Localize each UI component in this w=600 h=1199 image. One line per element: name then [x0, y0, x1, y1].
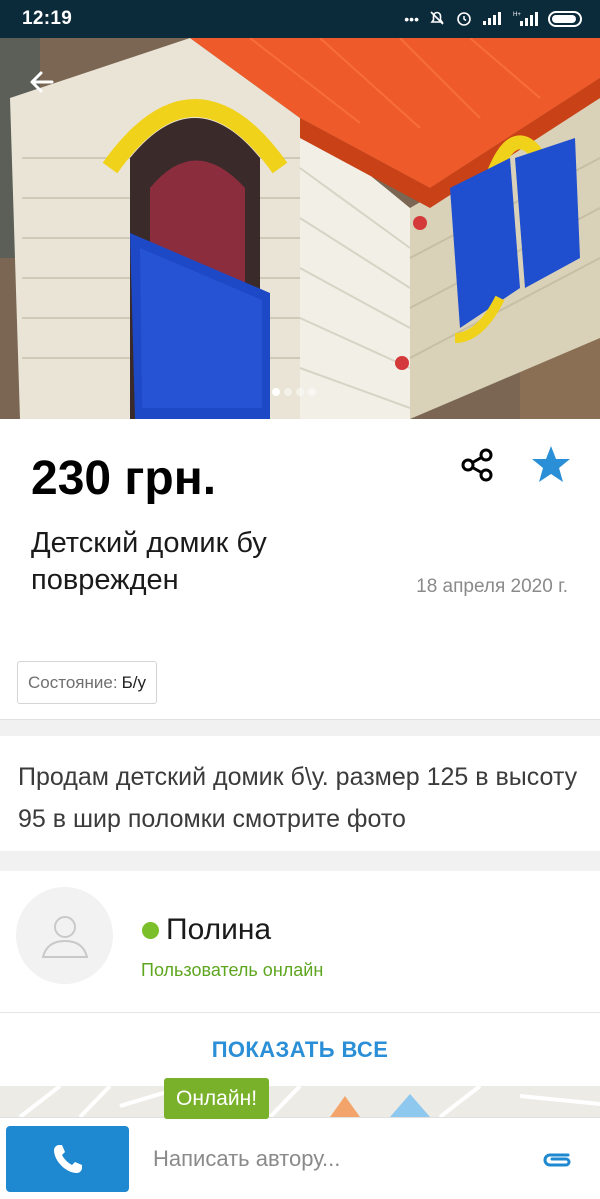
gallery-dot[interactable] [272, 388, 280, 396]
online-indicator [142, 922, 159, 939]
bottom-bar [0, 1117, 600, 1199]
phone-icon [53, 1145, 82, 1173]
seller-section[interactable]: Полина Пользователь онлайн [0, 871, 600, 1013]
online-tag: Онлайн! [164, 1078, 270, 1119]
signal-dots-icon: ••• [404, 11, 419, 27]
listing-description: Продам детский домик б\у. размер 125 в в… [0, 736, 600, 851]
gallery-dot[interactable] [308, 388, 316, 396]
status-bar: 12:19 ••• H+ [0, 0, 600, 38]
param-value: Б/у [121, 672, 146, 692]
map-preview[interactable] [0, 1086, 600, 1117]
param-chip-condition: Состояние: Б/у [17, 661, 157, 704]
paperclip-icon [543, 1153, 571, 1167]
back-button[interactable] [22, 62, 62, 102]
status-time: 12:19 [22, 8, 73, 29]
user-placeholder-icon [41, 915, 88, 958]
status-icons: ••• H+ [404, 9, 582, 29]
listing-photo[interactable] [0, 38, 600, 419]
gallery-indicator [272, 388, 316, 396]
seller-name: Полина [166, 913, 272, 946]
signal-icon [482, 11, 504, 27]
param-label: Состояние: [28, 672, 118, 692]
section-divider [0, 720, 600, 736]
listing-price: 230 грн. [31, 452, 217, 505]
star-icon [532, 446, 570, 482]
listing-title: Детский домик бу поврежден [31, 527, 267, 596]
gallery-dot[interactable] [296, 388, 304, 396]
arrow-left-icon [30, 71, 54, 93]
gallery-dot[interactable] [284, 388, 292, 396]
share-button[interactable] [458, 445, 498, 485]
signal-h-plus-icon: H+ [513, 10, 539, 28]
alarm-icon [455, 9, 473, 29]
svg-text:H+: H+ [513, 12, 521, 18]
message-input[interactable] [142, 1130, 522, 1188]
section-divider [0, 851, 600, 871]
listing-date: 18 апреля 2020 г. [416, 576, 568, 597]
listing-card: 230 грн. Детский домик бу поврежден 18 а… [0, 419, 600, 720]
favorite-button[interactable] [530, 443, 572, 485]
attach-button[interactable] [538, 1144, 576, 1174]
share-icon [461, 448, 493, 482]
seller-status: Пользователь онлайн [141, 960, 324, 980]
call-button[interactable] [6, 1126, 129, 1192]
battery-icon [548, 11, 582, 27]
show-all-button[interactable]: ПОКАЗАТЬ ВСЕ [0, 1014, 600, 1086]
avatar[interactable] [16, 887, 113, 984]
mute-icon [428, 9, 446, 29]
